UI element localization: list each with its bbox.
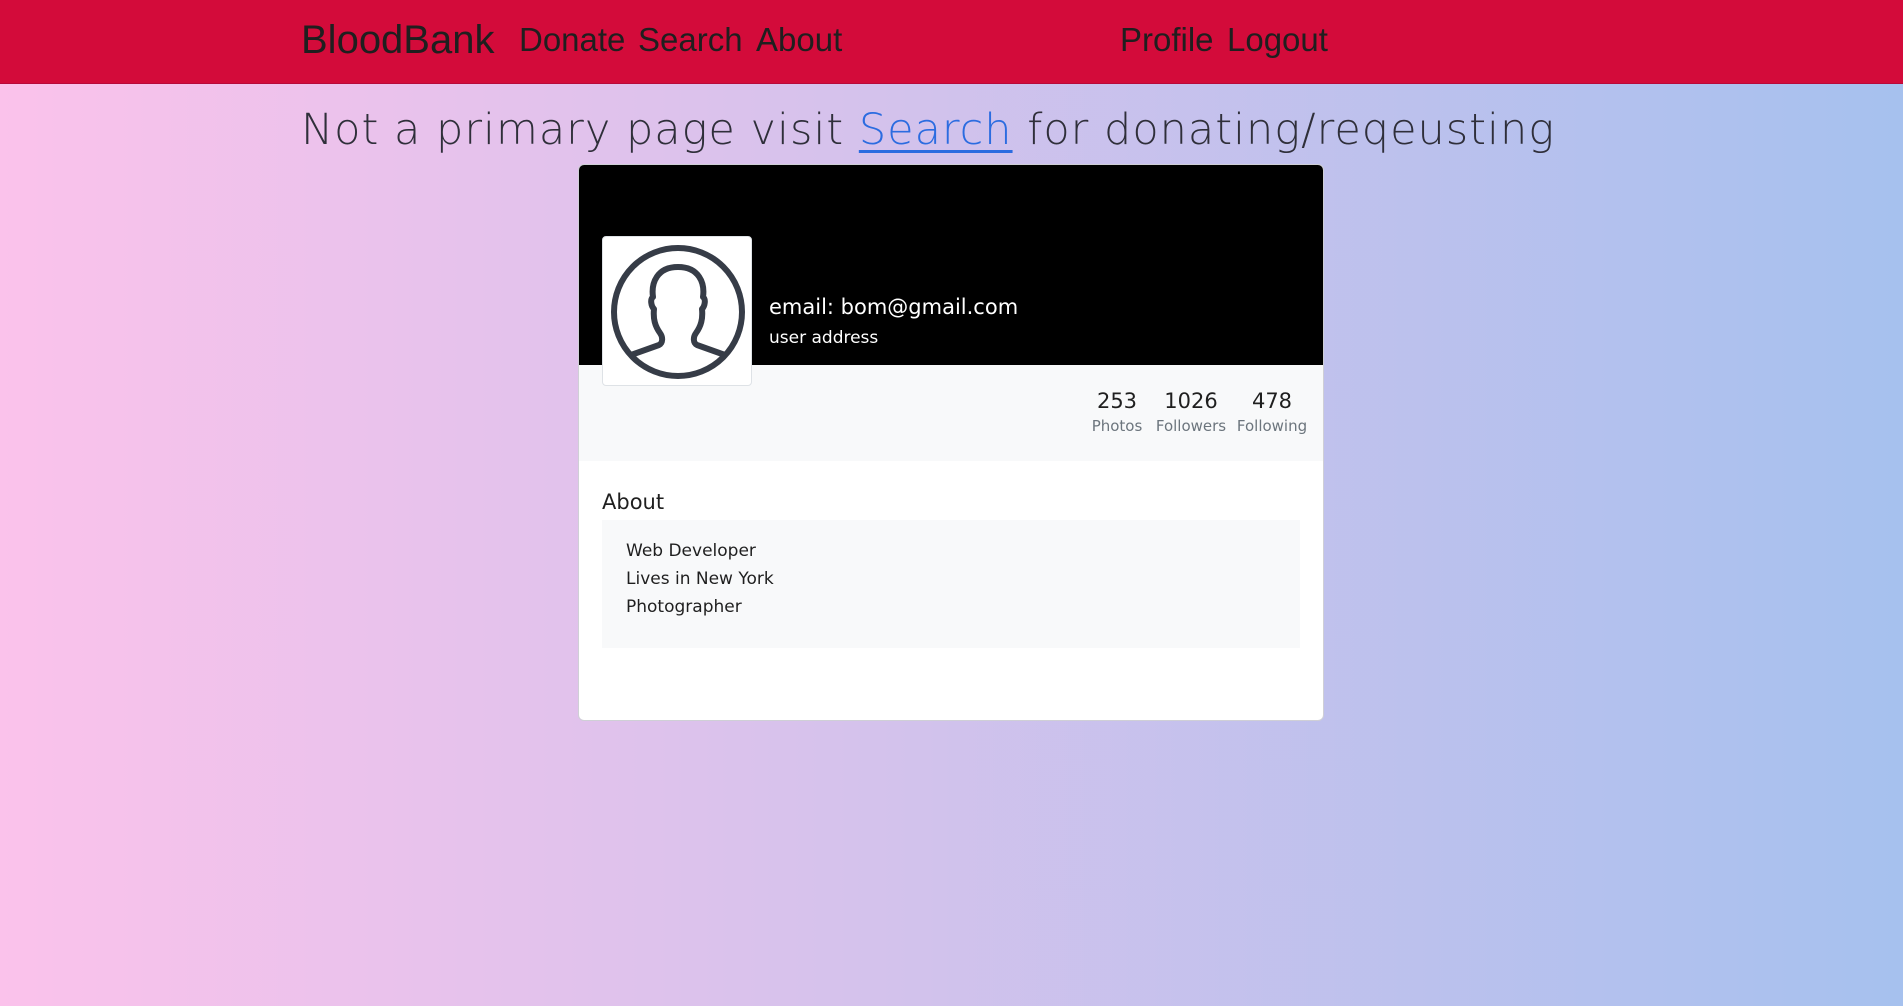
notice-heading: Not a primary page visit Search for dona…: [301, 102, 1555, 158]
nav-link-profile[interactable]: Profile: [1120, 20, 1214, 60]
avatar: [602, 236, 752, 386]
about-line-hobby: Photographer: [626, 597, 742, 617]
about-line-occupation: Web Developer: [626, 541, 756, 561]
notice-text-before: Not a primary page visit: [301, 105, 845, 155]
nav-link-donate[interactable]: Donate: [519, 20, 625, 60]
nav-link-search[interactable]: Search: [638, 20, 743, 60]
about-heading: About: [602, 490, 665, 514]
stat-followers-label: Followers: [1155, 417, 1227, 435]
profile-address: user address: [769, 328, 879, 348]
brand-link[interactable]: BloodBank: [301, 17, 494, 63]
top-navbar: BloodBank Donate Search About Profile Lo…: [0, 0, 1903, 84]
stat-following: 478 Following: [1232, 387, 1312, 437]
user-silhouette-icon: [611, 245, 745, 379]
stat-following-label: Following: [1236, 417, 1308, 435]
nav-link-about[interactable]: About: [756, 20, 842, 60]
stat-following-value: 478: [1251, 389, 1293, 413]
profile-card: email: bom@gmail.com user address 253 Ph…: [578, 164, 1324, 721]
profile-email: email: bom@gmail.com: [769, 295, 1019, 319]
stat-photos-value: 253: [1096, 389, 1138, 413]
stat-followers-value: 1026: [1164, 389, 1218, 413]
stat-photos-label: Photos: [1091, 417, 1143, 435]
stat-followers: 1026 Followers: [1150, 387, 1232, 437]
nav-link-logout[interactable]: Logout: [1227, 20, 1328, 60]
notice-search-link[interactable]: Search: [859, 105, 1013, 155]
notice-text-after: for donating/reqeusting: [1027, 105, 1556, 155]
about-box: Web Developer Lives in New York Photogra…: [602, 520, 1300, 648]
about-line-location: Lives in New York: [626, 569, 774, 589]
stat-photos: 253 Photos: [1087, 387, 1147, 437]
